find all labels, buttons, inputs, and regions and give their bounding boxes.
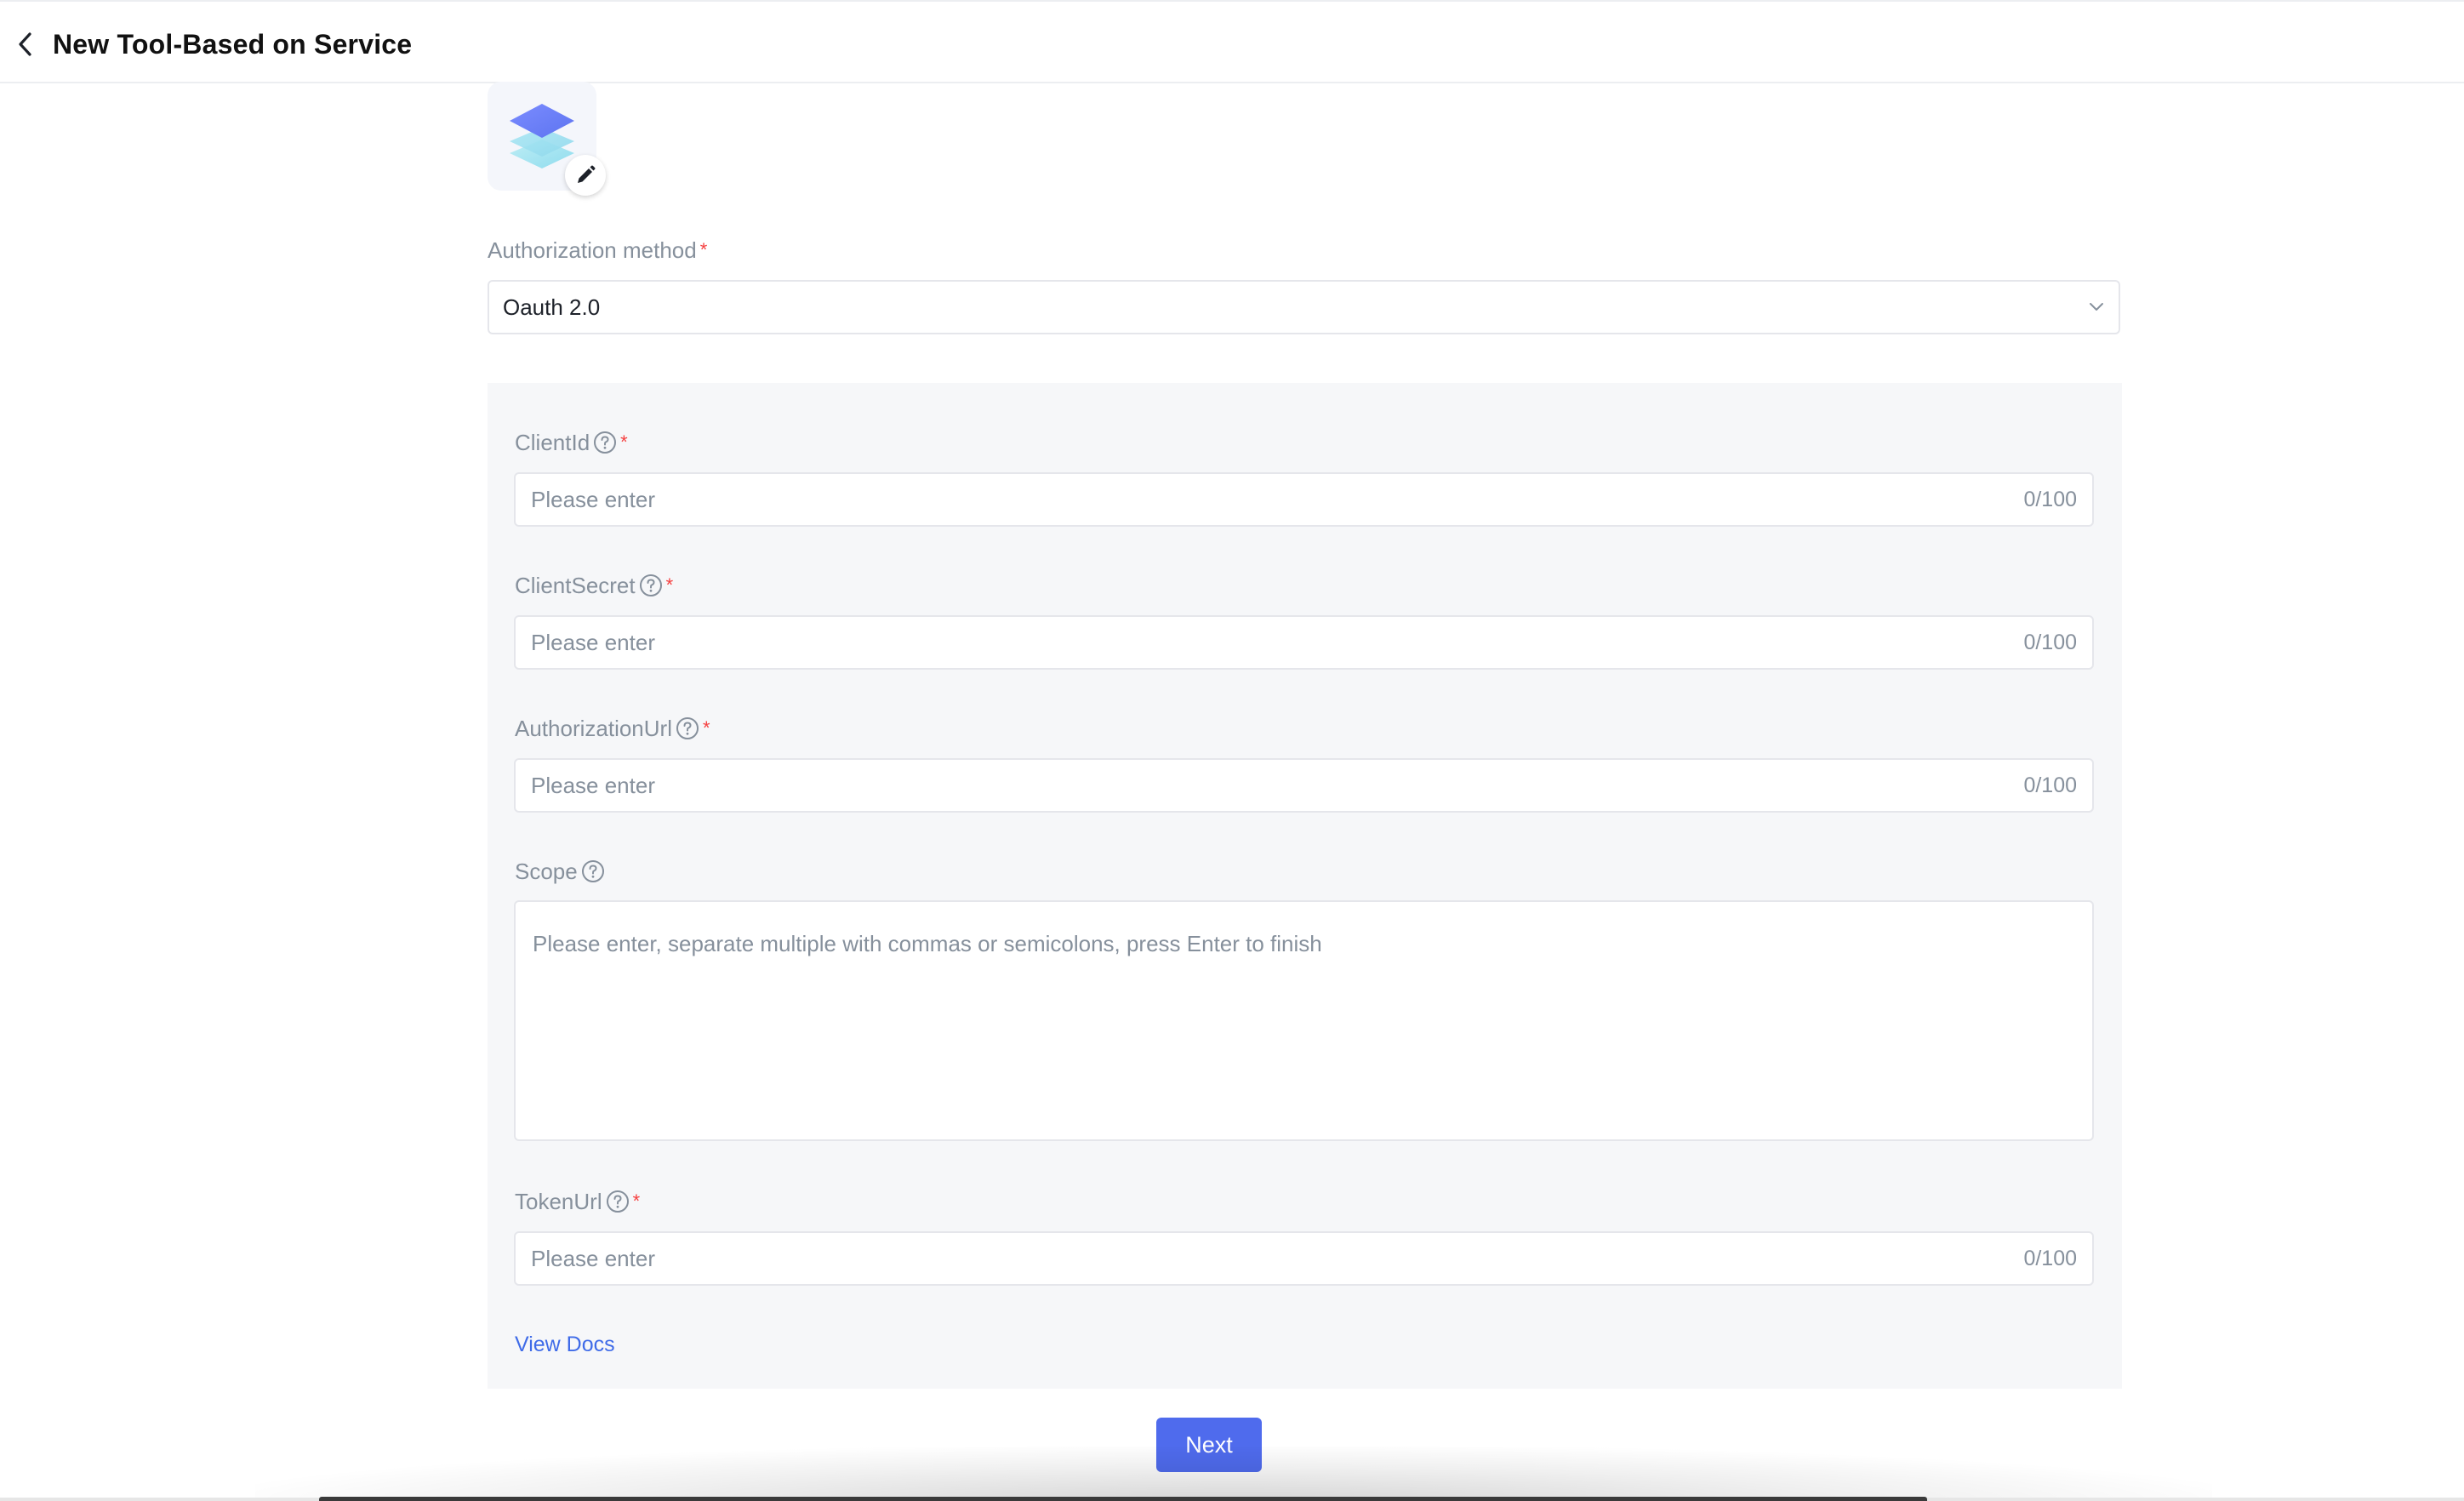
back-button[interactable] <box>7 26 44 63</box>
question-circle-icon[interactable] <box>581 859 605 883</box>
bottom-bar <box>319 1497 1927 1501</box>
required-mark: * <box>665 574 674 596</box>
header: New Tool-Based on Service <box>0 2 2464 83</box>
edit-avatar-button[interactable] <box>565 155 606 196</box>
auth-method-value: Oauth 2.0 <box>503 294 601 320</box>
client-secret-counter: 0/100 <box>2023 630 2077 654</box>
question-circle-icon[interactable] <box>676 716 699 740</box>
client-id-label: ClientId * <box>515 427 628 458</box>
required-mark: * <box>632 1190 641 1212</box>
page: New Tool-Based on Service Authorization … <box>0 0 2464 1501</box>
scope-textarea[interactable]: Please enter, separate multiple with com… <box>514 900 2094 1141</box>
authorization-url-counter: 0/100 <box>2023 773 2077 797</box>
authorization-url-input[interactable]: Please enter 0/100 <box>514 758 2094 813</box>
question-circle-icon[interactable] <box>639 574 663 597</box>
authorization-url-label: AuthorizationUrl * <box>515 713 710 744</box>
question-circle-icon[interactable] <box>606 1190 630 1213</box>
required-mark: * <box>702 717 710 739</box>
client-secret-placeholder: Please enter <box>531 629 655 655</box>
chevron-down-icon <box>2090 303 2103 311</box>
scope-label: Scope <box>515 856 605 887</box>
auth-method-select[interactable]: Oauth 2.0 <box>488 280 2120 334</box>
auth-method-label: Authorization method * <box>488 235 707 265</box>
client-id-input[interactable]: Please enter 0/100 <box>514 472 2094 527</box>
scope-placeholder: Please enter, separate multiple with com… <box>533 931 1322 956</box>
token-url-label: TokenUrl * <box>515 1186 640 1217</box>
bottom-shadow <box>255 1447 2212 1501</box>
view-docs-link[interactable]: View Docs <box>515 1330 615 1359</box>
client-id-placeholder: Please enter <box>531 486 655 512</box>
token-url-placeholder: Please enter <box>531 1245 655 1271</box>
client-secret-input[interactable]: Please enter 0/100 <box>514 615 2094 670</box>
authorization-url-placeholder: Please enter <box>531 772 655 798</box>
required-mark: * <box>620 431 628 453</box>
client-secret-label: ClientSecret * <box>515 570 673 601</box>
pencil-icon <box>578 165 596 183</box>
token-url-input[interactable]: Please enter 0/100 <box>514 1231 2094 1286</box>
page-title: New Tool-Based on Service <box>53 29 413 60</box>
required-mark: * <box>699 239 708 260</box>
question-circle-icon[interactable] <box>593 431 617 454</box>
token-url-counter: 0/100 <box>2023 1246 2077 1270</box>
client-id-counter: 0/100 <box>2023 487 2077 511</box>
chevron-left-icon <box>19 32 31 56</box>
